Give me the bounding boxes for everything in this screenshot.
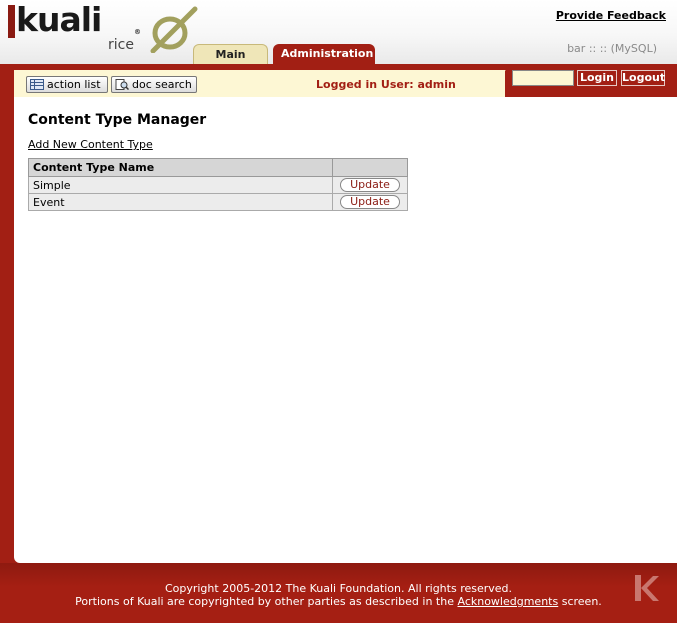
tab-main-menu[interactable]: Main Menu <box>193 44 268 81</box>
update-button[interactable]: Update <box>340 178 400 192</box>
tab-administration[interactable]: Administration <box>273 44 375 64</box>
kuali-footer-logo <box>635 575 659 601</box>
logged-in-user: Logged in User: admin <box>316 78 456 91</box>
logout-button[interactable]: Logout <box>621 70 665 86</box>
doc-search-button[interactable]: doc search <box>111 76 197 93</box>
page-title: Content Type Manager <box>28 112 207 128</box>
doc-search-label: doc search <box>132 78 192 91</box>
update-button[interactable]: Update <box>340 195 400 209</box>
action-list-button[interactable]: action list <box>26 76 108 93</box>
footer-portions: Portions of Kuali are copyrighted by oth… <box>0 595 677 608</box>
header: kuali ® rice Provide Feedback bar :: :: … <box>0 0 677 81</box>
table-header-row: Content Type Name <box>28 158 408 177</box>
acknowledgments-link[interactable]: Acknowledgments <box>457 595 558 608</box>
add-new-content-type-link[interactable]: Add New Content Type <box>28 138 153 151</box>
table-row: Simple Update <box>28 176 408 194</box>
login-input[interactable] <box>512 70 574 86</box>
logo-rice: rice <box>108 37 134 53</box>
footer-portions-suffix: screen. <box>561 595 602 608</box>
content-type-table: Content Type Name Simple Update Event Up… <box>28 158 408 211</box>
table-row: Event Update <box>28 193 408 211</box>
action-list-label: action list <box>47 78 101 91</box>
content-type-name: Simple <box>28 176 333 194</box>
action-cell: Update <box>332 193 408 211</box>
content-type-name: Event <box>28 193 333 211</box>
logo-mark-bar <box>8 5 15 38</box>
action-cell: Update <box>332 176 408 194</box>
login-button[interactable]: Login <box>577 70 617 86</box>
footer-copyright: Copyright 2005-2012 The Kuali Foundation… <box>164 582 513 595</box>
toolbar-slope <box>470 70 506 97</box>
provide-feedback-link[interactable]: Provide Feedback <box>556 9 666 22</box>
db-info: bar :: :: (MySQL) <box>567 42 657 55</box>
logo-registered: ® <box>134 28 141 36</box>
column-header-actions <box>332 158 408 177</box>
footer-portions-text: Portions of Kuali are copyrighted by oth… <box>75 595 454 608</box>
column-header-name: Content Type Name <box>28 158 333 177</box>
action-list-icon <box>30 79 44 90</box>
logo-wordmark: kuali <box>16 0 102 39</box>
doc-search-icon <box>115 79 129 90</box>
rice-logo-icon <box>150 6 198 53</box>
